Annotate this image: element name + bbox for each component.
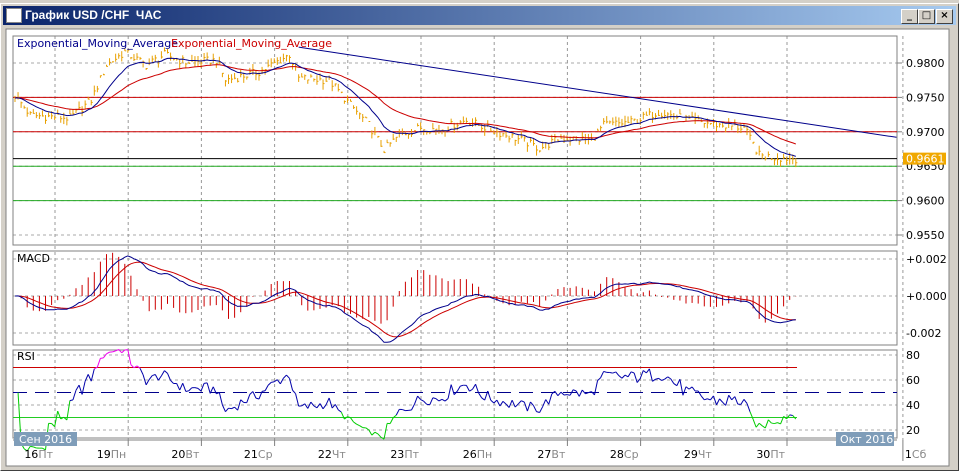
rsi-axis-label: 60 (906, 374, 920, 387)
weekday: Вт (551, 448, 566, 461)
weekday: Ср (258, 448, 273, 461)
day-number: 20 (171, 448, 185, 461)
day-label: 23Пт (390, 448, 419, 461)
price-axis-label: 0.9600 (906, 195, 945, 208)
day-label: 22Чт (318, 448, 347, 461)
legend-slow-ema: Exponential_Moving_Average (171, 37, 332, 50)
rsi-segment (566, 394, 571, 396)
rsi-segment (69, 399, 74, 402)
weekday: Пт (770, 448, 785, 461)
price-axis-label: 0.9550 (906, 229, 945, 242)
macd-label: MACD (17, 252, 50, 265)
rsi-axis-label: 20 (906, 424, 920, 437)
day-label: 28Ср (610, 448, 639, 461)
day-number: 27 (537, 448, 551, 461)
day-number: 26 (463, 448, 477, 461)
weekday: Чт (698, 448, 713, 461)
weekday: Чт (332, 448, 347, 461)
weekday: Пн (477, 448, 492, 461)
day-label: 26Пн (463, 448, 492, 461)
rsi-segment (261, 390, 266, 392)
rsi-segment (100, 357, 104, 359)
weekday: Сб (912, 448, 927, 461)
current-price-label: 0.9661 (906, 153, 945, 166)
day-label: 1Сб (905, 448, 927, 461)
day-number: 30 (756, 448, 770, 461)
macd-axis-label: +0.000 (906, 290, 947, 303)
day-label: 27Вт (537, 448, 566, 461)
rsi-segment (789, 414, 793, 416)
chart-canvas[interactable]: Exponential_Moving_Average Exponential_M… (0, 0, 959, 471)
rsi-segment (194, 387, 199, 389)
day-number: 16 (24, 448, 38, 461)
rsi-label: RSI (17, 350, 35, 363)
day-number: 29 (684, 448, 698, 461)
day-number: 23 (390, 448, 404, 461)
price-axis-label: 0.9800 (906, 57, 945, 70)
rsi-segment (185, 390, 189, 392)
rsi-segment (609, 371, 613, 374)
rsi-axis-label: 80 (906, 349, 920, 362)
day-number: 21 (244, 448, 258, 461)
macd-axis-label: +0.002 (906, 253, 947, 266)
day-label: 16Пт (24, 448, 53, 461)
day-label: 21Ср (244, 448, 273, 461)
weekday: Вт (185, 448, 200, 461)
day-number: 22 (318, 448, 332, 461)
rsi-axis-label: 40 (906, 399, 920, 412)
month-label-start: Сен 2016 (19, 433, 72, 446)
rsi-segment (771, 422, 775, 425)
macd-axis-label: -0.002 (906, 327, 941, 340)
day-label: 29Чт (684, 448, 713, 461)
rsi-segment (271, 381, 275, 383)
day-number: 19 (97, 448, 111, 461)
price-axis-label: 0.9750 (906, 91, 945, 104)
day-label: 30Пт (756, 448, 785, 461)
day-number: 1 (905, 448, 912, 461)
weekday: Пт (38, 448, 53, 461)
day-label: 20Вт (171, 448, 200, 461)
weekday: Ср (624, 448, 639, 461)
weekday: Пн (111, 448, 126, 461)
day-number: 28 (610, 448, 624, 461)
price-axis-label: 0.9700 (906, 126, 945, 139)
month-label-end: Окт 2016 (840, 433, 893, 446)
day-label: 19Пн (97, 448, 126, 461)
weekday: Пт (404, 448, 419, 461)
legend-fast-ema: Exponential_Moving_Average (17, 37, 178, 50)
